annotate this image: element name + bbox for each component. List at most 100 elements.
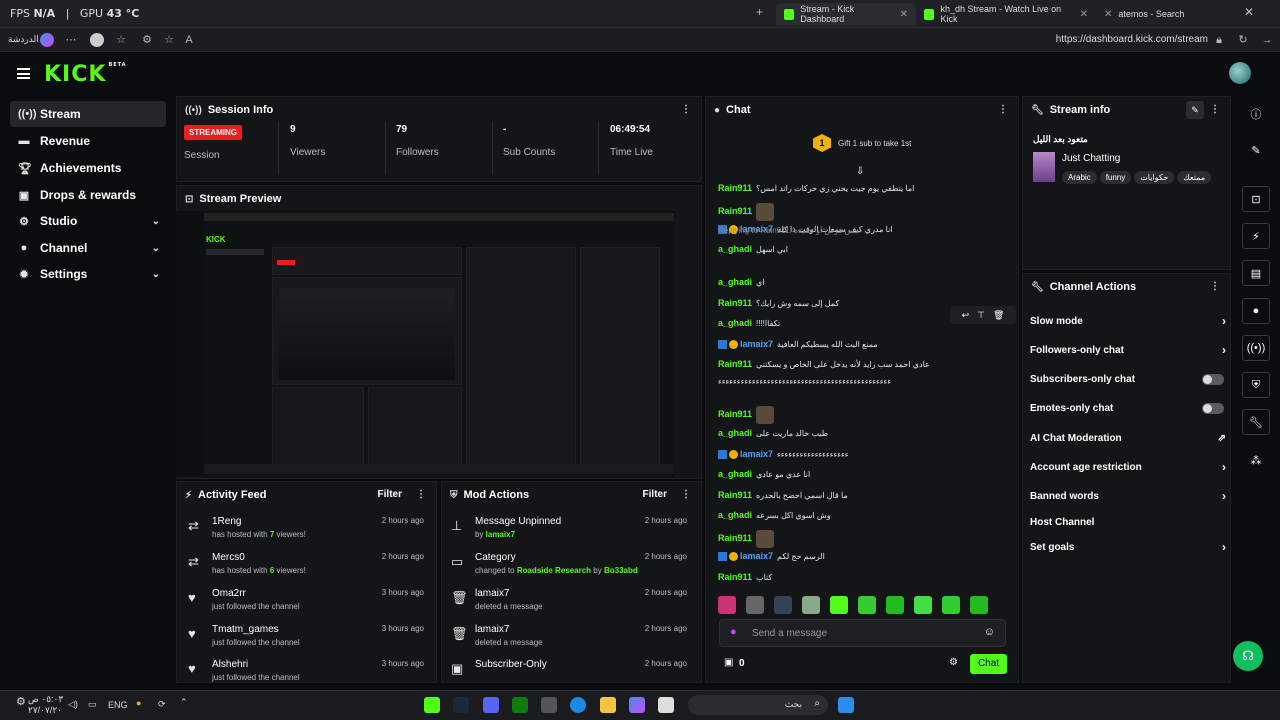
more-icon[interactable]: ⋯ <box>64 33 78 47</box>
channel-action-account-age-restriction[interactable]: Account age restriction › <box>1030 457 1226 477</box>
emote-icon[interactable] <box>970 596 988 614</box>
nav-achievements[interactable]: 🏆︎ Achievements <box>10 155 166 181</box>
read-aloud-icon[interactable]: A <box>182 33 196 47</box>
apps-icon[interactable]: ⁂ <box>1242 447 1270 473</box>
edge-icon[interactable] <box>570 697 586 713</box>
emote-icon[interactable] <box>858 596 876 614</box>
chat-message[interactable]: a_ghadi اي <box>718 277 1008 291</box>
emote-icon[interactable] <box>746 596 764 614</box>
channel-action-banned-words[interactable]: Banned words › <box>1030 486 1226 506</box>
chat-username[interactable]: Rain911 <box>718 359 752 369</box>
refresh-icon[interactable]: ↻ <box>1236 33 1250 47</box>
delete-icon[interactable]: 🗑︎ <box>993 310 1004 321</box>
chat-message[interactable]: ءءءءءءءءءءءءءءءءءءءءءءءءءءءءءءءءءءءءءءءء… <box>718 377 1008 391</box>
channel-action-followers-only-chat[interactable]: Followers-only chat › <box>1030 340 1226 360</box>
emote-icon[interactable] <box>802 596 820 614</box>
volume-icon[interactable]: ◁) <box>68 699 78 710</box>
chat-message[interactable]: a_ghadi انا عدي مو عادي <box>718 469 1008 483</box>
activity-user[interactable]: Tmatm_games <box>212 624 279 635</box>
chat-username[interactable]: a_ghadi <box>718 510 752 520</box>
broadcast-icon[interactable]: ((•)) <box>1242 335 1270 361</box>
kick-app-icon[interactable] <box>424 697 440 713</box>
tag[interactable]: funny <box>1099 171 1132 184</box>
edit-icon[interactable]: ✎ <box>1186 101 1204 119</box>
store-icon[interactable] <box>541 697 557 713</box>
chat-username[interactable]: a_ghadi <box>718 277 752 287</box>
channel-action-subscribers-only-chat[interactable]: Subscribers-only chat <box>1030 369 1226 389</box>
category-name[interactable]: Just Chatting <box>1062 153 1120 164</box>
filter-button[interactable]: Filter <box>378 489 402 500</box>
chat-username[interactable]: Rain911 <box>718 409 752 419</box>
explorer-icon[interactable] <box>600 697 616 713</box>
chat-username[interactable]: Rain911 <box>718 533 752 543</box>
tag[interactable]: Arabic <box>1062 171 1097 184</box>
emote-icon[interactable] <box>914 596 932 614</box>
chat-message[interactable]: lamaix7 الرسم حج لكم <box>718 551 1008 565</box>
bolt-icon[interactable]: ⚡︎ <box>1242 223 1270 249</box>
chat-username[interactable]: a_ghadi <box>718 244 752 254</box>
extensions-icon[interactable]: ⚙ <box>140 33 154 47</box>
more-options-icon[interactable]: ⋮ <box>681 489 691 500</box>
close-tab-icon[interactable]: ✕ <box>900 9 908 20</box>
settings-icon[interactable]: ⚙ <box>16 695 26 708</box>
chat-username[interactable]: Rain911 <box>718 298 752 308</box>
stream-preview-video[interactable]: KICK <box>176 211 675 477</box>
wrench-icon[interactable]: 🔧︎ <box>1242 409 1270 435</box>
chat-message[interactable]: Rain911 <box>718 203 1008 223</box>
sync-icon[interactable]: ⟳ <box>158 699 166 710</box>
steam-icon[interactable] <box>453 697 469 713</box>
chat-username[interactable]: Rain911 <box>718 490 752 500</box>
url-field[interactable]: https://dashboard.kick.com/stream <box>1056 34 1208 45</box>
pin-icon[interactable]: ⊤ <box>977 310 985 321</box>
file-icon[interactable] <box>658 697 674 713</box>
copilot-icon[interactable] <box>629 697 645 713</box>
nav-channel[interactable]: ● Channel ⌄ <box>10 235 166 261</box>
activity-user[interactable]: Alshehri <box>212 659 248 670</box>
tab-search[interactable]: ✕ atemos - Search <box>1096 3 1242 25</box>
favorites-icon[interactable]: ☆ <box>114 33 128 47</box>
more-options-icon[interactable]: ⋮ <box>681 104 691 115</box>
more-options-icon[interactable]: ⋮ <box>1210 104 1220 115</box>
info-icon[interactable]: ⓘ <box>1242 101 1270 127</box>
channel-action-host-channel[interactable]: Host Channel <box>1030 512 1226 532</box>
close-tab-icon[interactable]: ✕ <box>1104 9 1112 20</box>
new-tab-icon[interactable]: + <box>756 5 763 19</box>
mic-icon[interactable]: ● <box>136 698 141 708</box>
activity-user[interactable]: Oma2rr <box>212 588 246 599</box>
discord-icon[interactable] <box>483 697 499 713</box>
chat-settings-icon[interactable]: ⚙ <box>949 657 958 668</box>
filter-button[interactable]: Filter <box>643 489 667 500</box>
chat-username[interactable]: lamaix7 <box>740 551 773 561</box>
tag[interactable]: ممتعك <box>1177 171 1212 184</box>
channel-action-emotes-only-chat[interactable]: Emotes-only chat <box>1030 398 1226 418</box>
emote-icon[interactable] <box>886 596 904 614</box>
tab-kh-dh-stream[interactable]: kh_dh Stream - Watch Live on Kick ✕ <box>916 3 1096 25</box>
chat-shortcut-label[interactable]: الدردشة <box>8 34 39 45</box>
chat-message[interactable]: Rain911 <box>718 406 1008 426</box>
chat-message[interactable]: a_ghadi ابي اسهل <box>718 244 1008 258</box>
windows-start-icon[interactable] <box>838 697 854 713</box>
nav-revenue[interactable]: ▬ Revenue <box>10 128 166 154</box>
channel-action-slow-mode[interactable]: Slow mode › <box>1030 311 1226 331</box>
gift-prompt[interactable]: Gift 1 sub to take 1st <box>838 139 911 148</box>
chat-username[interactable]: Rain911 <box>718 572 752 582</box>
edit-icon[interactable]: ✎ <box>1242 137 1270 163</box>
chevron-up-icon[interactable]: ⌃ <box>180 697 188 708</box>
xbox-icon[interactable] <box>512 697 528 713</box>
tag[interactable]: حكوايات <box>1134 171 1175 184</box>
scroll-down-icon[interactable]: ⇩ <box>856 166 864 177</box>
nav-settings[interactable]: ✹ Settings ⌄ <box>10 261 166 287</box>
emote-icon[interactable] <box>774 596 792 614</box>
chat-username[interactable]: lamaix7 <box>740 449 773 459</box>
toggle-switch[interactable] <box>1202 373 1224 385</box>
nav-drops-rewards[interactable]: ▣ Drops & rewards <box>10 182 166 208</box>
chat-username[interactable]: a_ghadi <box>718 318 752 328</box>
chat-message[interactable]: Rain911 اما يتطفي يوم جيت يحني زي حركات ر… <box>718 183 1008 197</box>
tab-kick-dashboard[interactable]: Stream - Kick Dashboard ✕ <box>776 3 916 25</box>
user-avatar[interactable] <box>1229 62 1251 84</box>
channel-action-set-goals[interactable]: Set goals › <box>1030 537 1226 557</box>
chat-message[interactable]: Rain911 كتاب <box>718 572 1008 586</box>
nav-studio[interactable]: ⚙ Studio ⌄ <box>10 208 166 234</box>
more-options-icon[interactable]: ⋮ <box>1210 281 1220 292</box>
chat-message[interactable]: Rain911 <box>718 530 1008 550</box>
